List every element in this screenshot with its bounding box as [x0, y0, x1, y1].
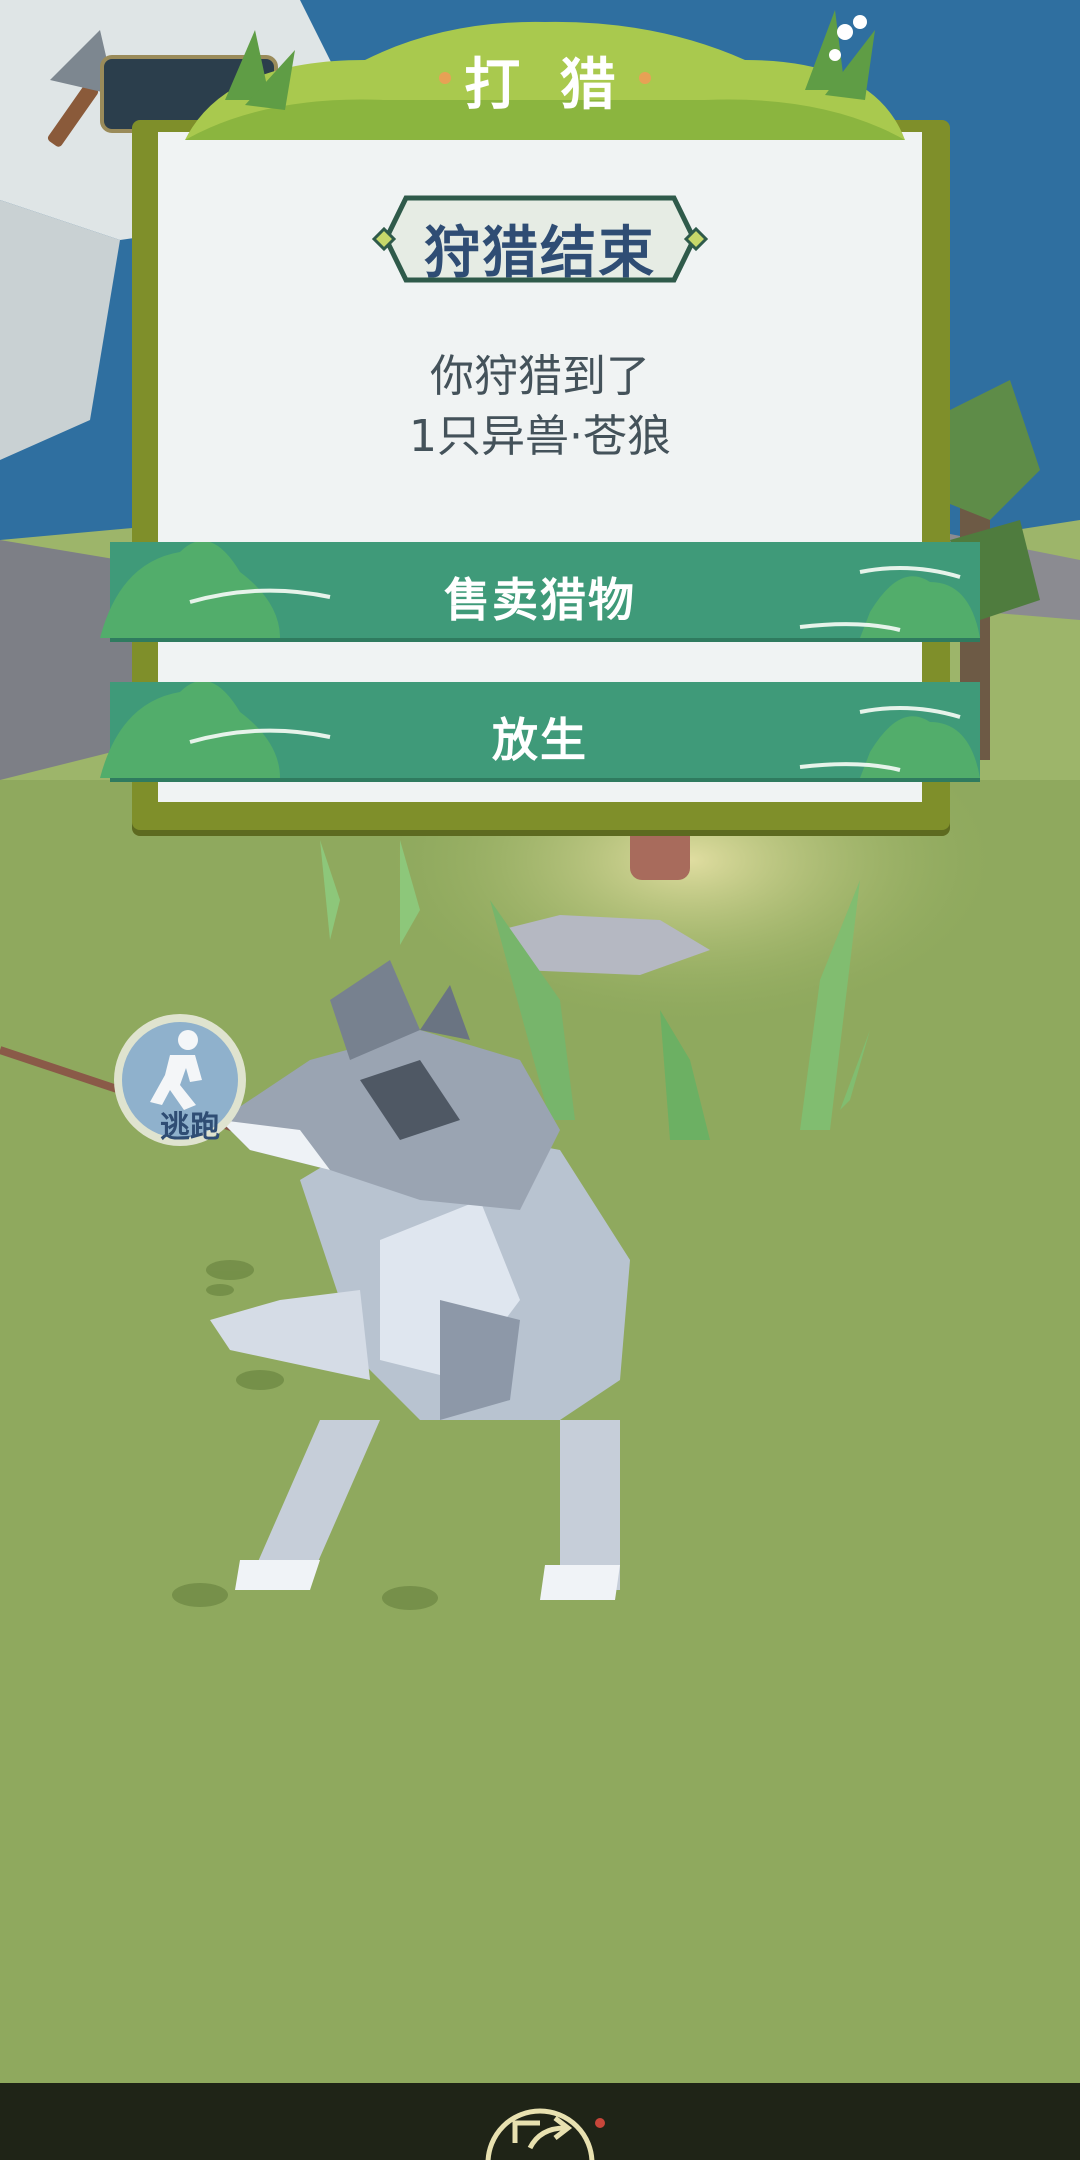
- result-title-badge: 狩猎结束: [372, 194, 708, 286]
- sell-prey-button[interactable]: 售卖猎物: [100, 542, 980, 642]
- release-button[interactable]: 放生: [100, 682, 980, 782]
- release-label: 放生: [492, 713, 588, 767]
- result-line-2: 1只异兽·苍狼: [409, 411, 671, 462]
- bottom-bar: [0, 2083, 1080, 2160]
- result-line-1: 你狩猎到了: [430, 351, 650, 402]
- sell-prey-label: 售卖猎物: [444, 573, 636, 627]
- modal-header: 打 猎: [185, 0, 905, 140]
- escape-button[interactable]: 逃跑: [110, 1010, 250, 1150]
- result-title: 狩猎结束: [424, 221, 656, 286]
- escape-label: 逃跑: [160, 1110, 220, 1145]
- modal-header-title: 打 猎: [464, 53, 626, 118]
